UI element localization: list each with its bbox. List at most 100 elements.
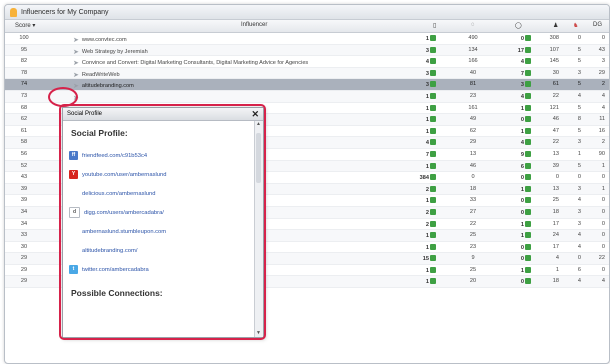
chat-icon[interactable]: ◯ xyxy=(515,22,522,29)
table-row[interactable]: 74 ➤ altitudebranding.com 3 81 3 61 5 2 xyxy=(5,79,609,91)
add-icon[interactable] xyxy=(525,58,531,65)
add-icon[interactable] xyxy=(525,92,531,99)
scroll-thumb[interactable] xyxy=(256,133,261,183)
add-icon[interactable] xyxy=(430,174,436,181)
add-icon[interactable] xyxy=(430,243,436,250)
popup-scrollbar[interactable]: ▲ ▼ xyxy=(254,121,263,337)
add-icon[interactable] xyxy=(430,69,436,76)
add-icon[interactable] xyxy=(525,150,531,157)
digg-link[interactable]: d digg.com/users/ambercadabra/ xyxy=(69,203,249,222)
score-cell: 39 xyxy=(20,197,28,204)
influencer-cell[interactable]: ➤ Web Strategy by Jeremiah xyxy=(73,47,148,56)
influencer-cell[interactable]: ➤ Convince and Convert: Digital Marketing… xyxy=(73,58,308,67)
add-icon[interactable] xyxy=(525,46,531,53)
dg-cell: 4 xyxy=(601,104,605,111)
add-icon[interactable] xyxy=(430,162,436,169)
add-icon[interactable] xyxy=(525,208,531,215)
add-icon[interactable] xyxy=(430,255,436,262)
add-icon[interactable] xyxy=(430,185,436,192)
digg-icon: d xyxy=(69,207,80,218)
posts-cell: 1 xyxy=(414,266,436,274)
people-icon[interactable]: ♞ xyxy=(573,22,578,29)
table-row[interactable]: 82 ➤ Convince and Convert: Digital Marketi… xyxy=(5,56,609,68)
scroll-up-icon[interactable]: ▲ xyxy=(256,121,261,127)
connections-cell: 4 xyxy=(577,243,581,250)
add-icon[interactable] xyxy=(430,46,436,53)
add-icon[interactable] xyxy=(525,185,531,192)
add-icon[interactable] xyxy=(525,197,531,204)
add-icon[interactable] xyxy=(430,150,436,157)
add-icon[interactable] xyxy=(525,35,531,41)
comment-icon[interactable]: ◌ xyxy=(471,22,475,28)
add-icon[interactable] xyxy=(525,255,531,262)
dg-column-header[interactable]: DG xyxy=(593,22,602,28)
add-icon[interactable] xyxy=(525,278,531,285)
add-icon[interactable] xyxy=(430,58,436,65)
add-icon[interactable] xyxy=(430,266,436,273)
add-icon[interactable] xyxy=(525,232,531,239)
connections-cell: 6 xyxy=(577,266,581,273)
table-header: Score ▾ Influencer ▯ ◌ ◯ ♟ ♞ DG xyxy=(5,20,609,33)
add-icon[interactable] xyxy=(430,116,436,123)
delicious-link[interactable]: delicious.com/ambernaslund xyxy=(69,184,249,203)
comments-cell: 0 xyxy=(471,174,475,181)
arrow-icon: ➤ xyxy=(73,83,79,91)
add-icon[interactable] xyxy=(430,127,436,134)
add-icon[interactable] xyxy=(430,139,436,146)
friendfeed-link[interactable]: ff friendfeed.com/c91b53c4 xyxy=(69,146,249,165)
followers-cell: 30 xyxy=(552,69,559,76)
add-icon[interactable] xyxy=(430,197,436,204)
connections-cell: 0 xyxy=(577,35,581,41)
add-icon[interactable] xyxy=(525,127,531,134)
comments-cell: 166 xyxy=(468,58,478,65)
person-icon[interactable]: ♟ xyxy=(553,22,558,29)
influencer-cell[interactable]: ➤ altitudebranding.com xyxy=(73,81,134,91)
score-cell: 73 xyxy=(20,92,28,99)
influencer-cell[interactable]: ➤ xyxy=(73,93,82,102)
add-icon[interactable] xyxy=(430,92,436,99)
table-row[interactable]: 78 ➤ ReadWriteWeb 3 40 7 30 3 29 xyxy=(5,67,609,80)
add-icon[interactable] xyxy=(430,35,436,41)
score-column-header[interactable]: Score ▾ xyxy=(15,22,35,29)
add-icon[interactable] xyxy=(430,81,436,88)
connections-cell: 8 xyxy=(577,116,581,123)
comments-cell: 33 xyxy=(469,197,477,204)
add-icon[interactable] xyxy=(430,104,436,111)
posts-cell: 3 xyxy=(414,46,436,54)
influencer-cell[interactable]: ➤ www.convtec.com xyxy=(73,35,127,44)
comments-cell: 161 xyxy=(468,104,478,111)
table-row[interactable]: 100 ➤ www.convtec.com 1 490 0 308 0 0 xyxy=(5,33,609,45)
posts-cell: 15 xyxy=(414,255,436,262)
influencer-cell[interactable]: ➤ ReadWriteWeb xyxy=(73,70,120,79)
add-icon[interactable] xyxy=(430,278,436,285)
posts-cell: 1 xyxy=(414,35,436,42)
table-row[interactable]: 95 ➤ Web Strategy by Jeremiah 3 134 17 107 5 43 xyxy=(5,44,609,57)
add-icon[interactable] xyxy=(525,174,531,181)
stumbleupon-link[interactable]: ambernaslund.stumbleupon.com xyxy=(69,222,249,241)
add-icon[interactable] xyxy=(525,104,531,111)
chats-cell: 0 xyxy=(501,243,531,251)
add-icon[interactable] xyxy=(525,116,531,123)
add-icon[interactable] xyxy=(525,266,531,273)
youtube-link[interactable]: Y youtube.com/user/ambernaslund xyxy=(69,165,249,184)
add-icon[interactable] xyxy=(430,208,436,215)
website-link[interactable]: altitudebranding.com/ xyxy=(69,241,249,260)
posts-cell: 1 xyxy=(414,232,436,239)
add-icon[interactable] xyxy=(525,139,531,146)
twitter-link[interactable]: t twitter.com/ambercadabra xyxy=(69,260,249,279)
add-icon[interactable] xyxy=(430,232,436,239)
chats-cell: 0 xyxy=(501,174,531,181)
add-icon[interactable] xyxy=(525,69,531,76)
add-icon[interactable] xyxy=(525,243,531,250)
add-icon[interactable] xyxy=(525,220,531,227)
add-icon[interactable] xyxy=(525,162,531,169)
influencer-column-header[interactable]: Influencer xyxy=(241,22,267,28)
add-icon[interactable] xyxy=(430,220,436,227)
scroll-down-icon[interactable]: ▼ xyxy=(256,330,261,336)
close-icon[interactable]: ✕ xyxy=(251,109,259,120)
add-icon[interactable] xyxy=(525,81,531,88)
document-icon[interactable]: ▯ xyxy=(433,22,436,29)
table-row[interactable]: 73 ➤ 1 23 4 22 4 4 xyxy=(5,90,609,103)
chats-cell: 17 xyxy=(501,46,531,54)
posts-cell: 4 xyxy=(414,58,436,65)
